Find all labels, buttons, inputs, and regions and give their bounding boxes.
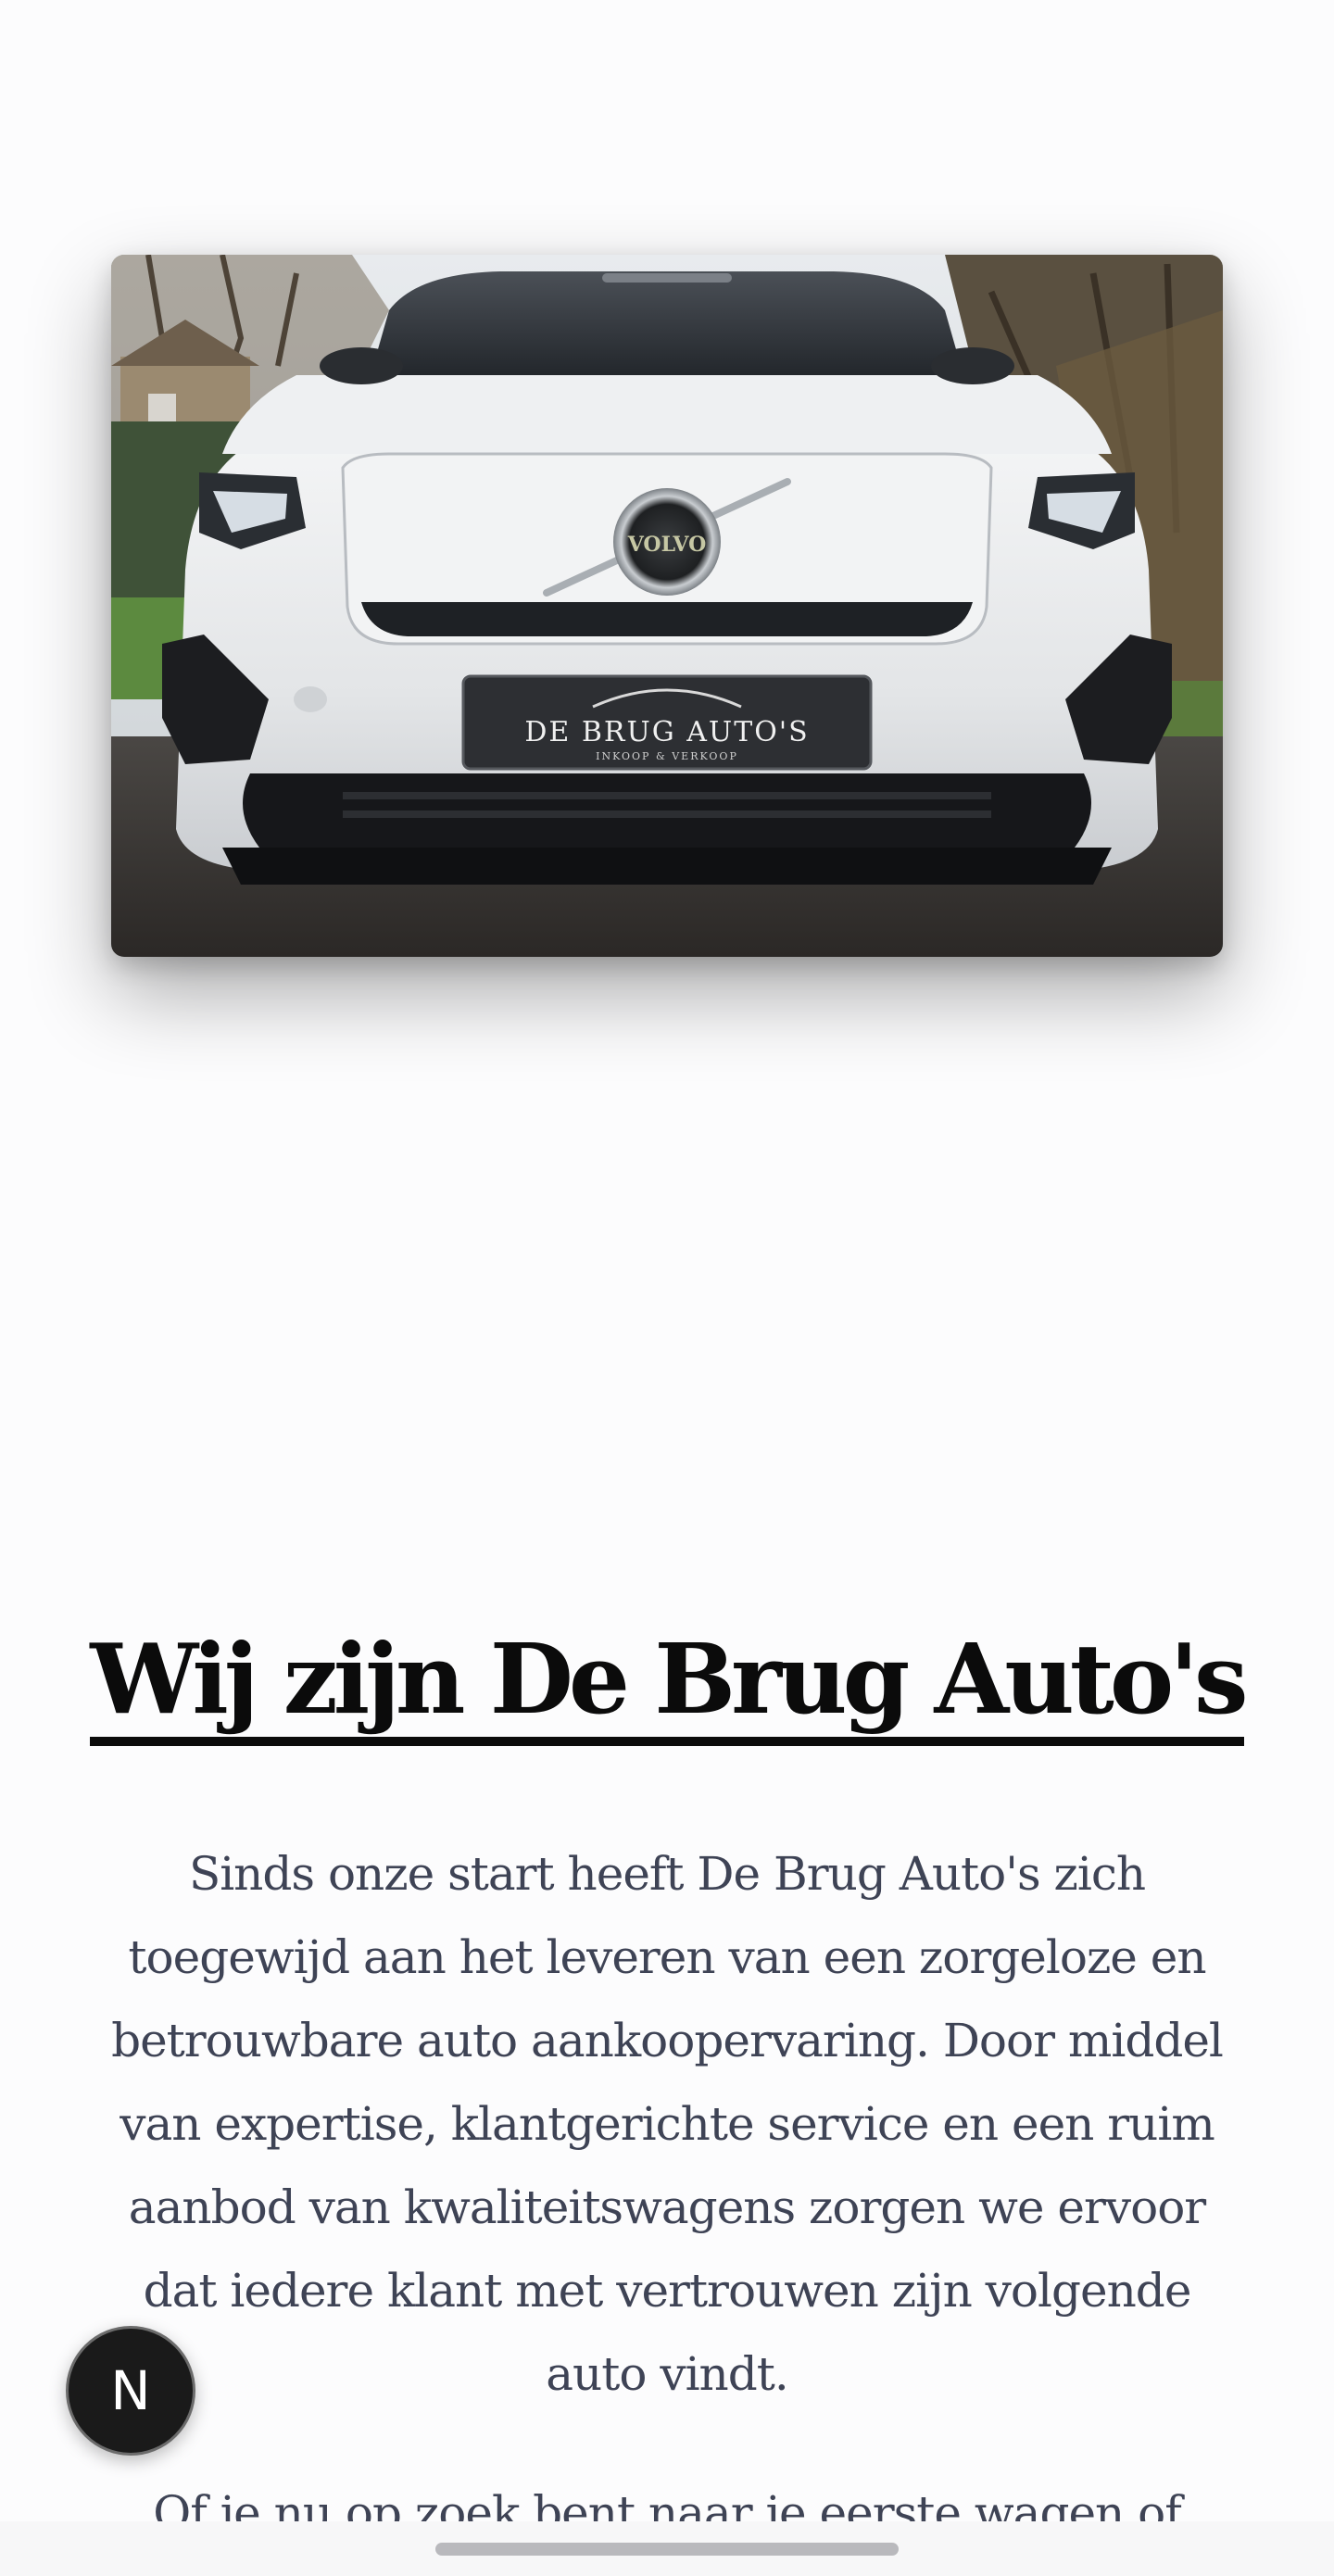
svg-text:VOLVO: VOLVO [627,533,707,557]
svg-text:INKOOP & VERKOOP: INKOOP & VERKOOP [596,750,738,762]
hero-car-image: VOLVO DE BRUG AUTO'S INKOOP & VERKOOP [111,255,1223,957]
about-intro-paragraph: Sinds onze start heeft De Brug Auto's zi… [111,1847,1224,2401]
page: VOLVO DE BRUG AUTO'S INKOOP & VERKOOP Wi… [0,0,1334,2576]
floating-n-button[interactable]: N [66,2326,195,2456]
svg-text:DE BRUG AUTO'S: DE BRUG AUTO'S [524,716,809,748]
about-title: Wij zijn De Brug Auto's [90,1628,1249,1747]
n-logo-icon: N [110,2359,151,2422]
car-illustration: VOLVO DE BRUG AUTO'S INKOOP & VERKOOP [111,255,1223,957]
about-heading-wrapper: Wij zijn De Brug Auto's [0,1628,1334,1747]
home-indicator[interactable] [435,2543,899,2556]
